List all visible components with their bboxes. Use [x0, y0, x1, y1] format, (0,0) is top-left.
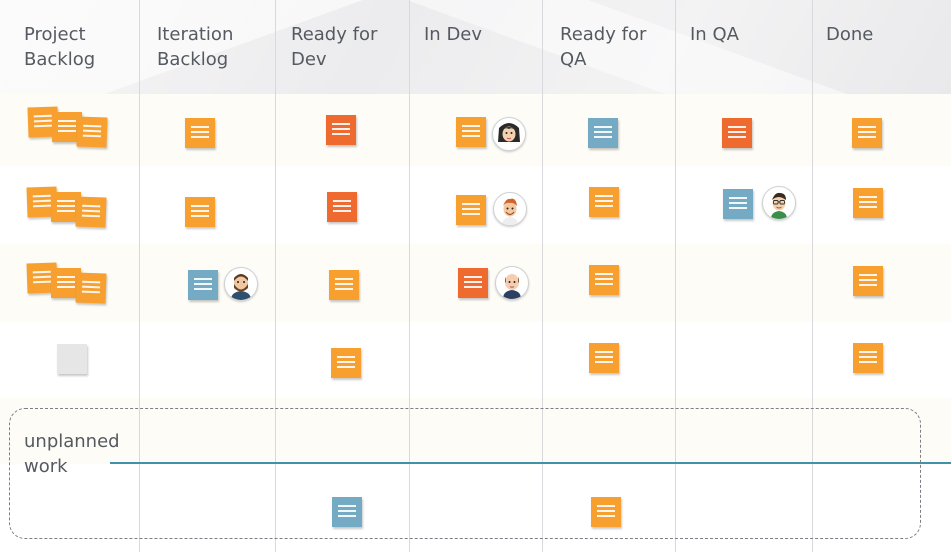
bearded-man-avatar-icon	[224, 267, 258, 301]
sticky-note-orange[interactable]	[76, 116, 108, 148]
sticky-note-orange[interactable]	[185, 197, 215, 227]
sticky-note-orange[interactable]	[456, 117, 486, 147]
sticky-note-orange[interactable]	[852, 118, 882, 148]
sticky-note-orange[interactable]	[456, 195, 486, 225]
sticky-note-gray[interactable]	[57, 344, 87, 374]
column-header-band	[0, 0, 951, 94]
sticky-note-red-orange[interactable]	[458, 268, 488, 298]
sticky-note-orange[interactable]	[329, 270, 359, 300]
sticky-note-orange[interactable]	[75, 272, 107, 304]
sticky-note-orange[interactable]	[853, 266, 883, 296]
sticky-note-orange[interactable]	[853, 343, 883, 373]
unplanned-work-swimlane	[9, 408, 921, 539]
sticky-note-blue[interactable]	[188, 270, 218, 300]
sticky-note-orange[interactable]	[853, 188, 883, 218]
sticky-note-red-orange[interactable]	[722, 118, 752, 148]
sticky-note-orange[interactable]	[75, 196, 107, 228]
sticky-note-orange[interactable]	[331, 348, 361, 378]
glasses-man-avatar-icon	[762, 186, 796, 220]
sticky-note-red-orange[interactable]	[326, 115, 356, 145]
sticky-note-orange[interactable]	[589, 265, 619, 295]
kanban-board: Project Backlog Iteration Backlog Ready …	[0, 0, 951, 552]
sticky-note-blue[interactable]	[588, 118, 618, 148]
row-band-4	[0, 322, 951, 398]
sticky-note-orange[interactable]	[589, 343, 619, 373]
bald-man-avatar-icon	[495, 266, 529, 300]
column-title-done: Done	[826, 24, 874, 45]
sticky-note-red-orange[interactable]	[327, 192, 357, 222]
column-title-in-qa: In QA	[690, 24, 739, 45]
column-title-ready-for-qa: Ready for QA	[560, 24, 647, 70]
column-title-in-dev: In Dev	[424, 24, 483, 45]
column-title-iteration-backlog: Iteration Backlog	[157, 24, 234, 70]
red-haired-man-avatar-icon	[493, 192, 527, 226]
woman-avatar-icon	[492, 117, 526, 151]
sticky-note-blue[interactable]	[723, 189, 753, 219]
column-title-ready-for-dev: Ready for Dev	[291, 24, 378, 70]
unplanned-work-label: unplanned work	[24, 431, 120, 477]
sticky-note-orange[interactable]	[589, 187, 619, 217]
sticky-note-orange[interactable]	[185, 118, 215, 148]
column-title-project-backlog: Project Backlog	[24, 24, 96, 70]
